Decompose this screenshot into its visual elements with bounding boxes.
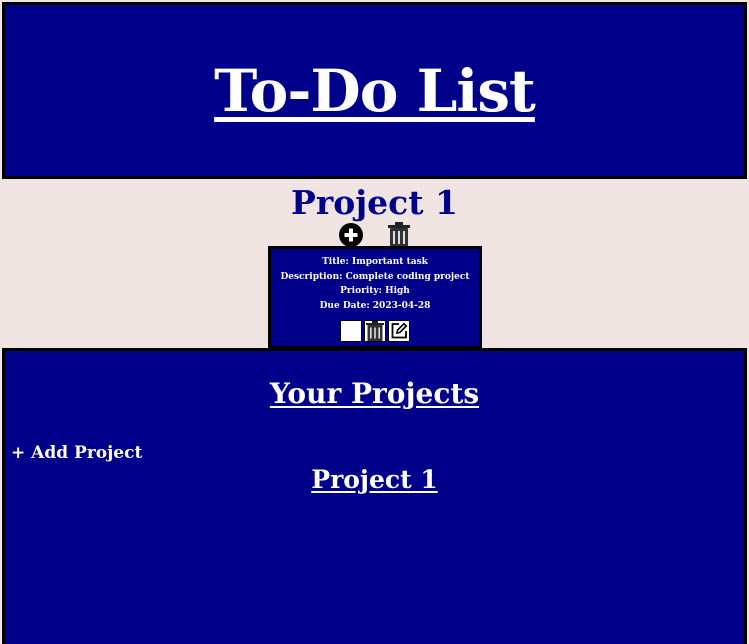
edit-icon <box>391 322 408 339</box>
delete-project-button[interactable] <box>388 222 410 247</box>
app-title: To-Do List <box>214 56 536 125</box>
task-title: Title: Important task <box>322 257 428 267</box>
projects-heading: Your Projects <box>269 377 480 410</box>
project-title: Project 1 <box>291 183 458 222</box>
plus-circle-icon <box>344 228 358 242</box>
task-due-date: Due Date: 2023-04-28 <box>319 300 431 311</box>
task-description: Description: Complete coding project <box>280 271 470 282</box>
task-priority: Priority: High <box>340 286 410 296</box>
task-card: Title: Important task Description: Compl… <box>268 246 482 349</box>
edit-task-button[interactable] <box>388 320 410 342</box>
add-project-button[interactable]: + Add Project <box>11 443 142 463</box>
task-complete-checkbox[interactable] <box>340 320 362 342</box>
delete-task-button[interactable] <box>364 320 386 342</box>
project-list-item[interactable]: Project 1 <box>5 465 744 494</box>
add-task-button[interactable] <box>339 223 363 247</box>
task-actions <box>271 320 479 342</box>
trash-icon <box>366 321 384 341</box>
project-view: Project 1 Title: Important task Descript… <box>2 179 747 349</box>
projects-panel: Your Projects + Add Project Project 1 <box>2 348 747 644</box>
trash-icon <box>388 222 410 247</box>
app-header: To-Do List <box>2 2 747 179</box>
